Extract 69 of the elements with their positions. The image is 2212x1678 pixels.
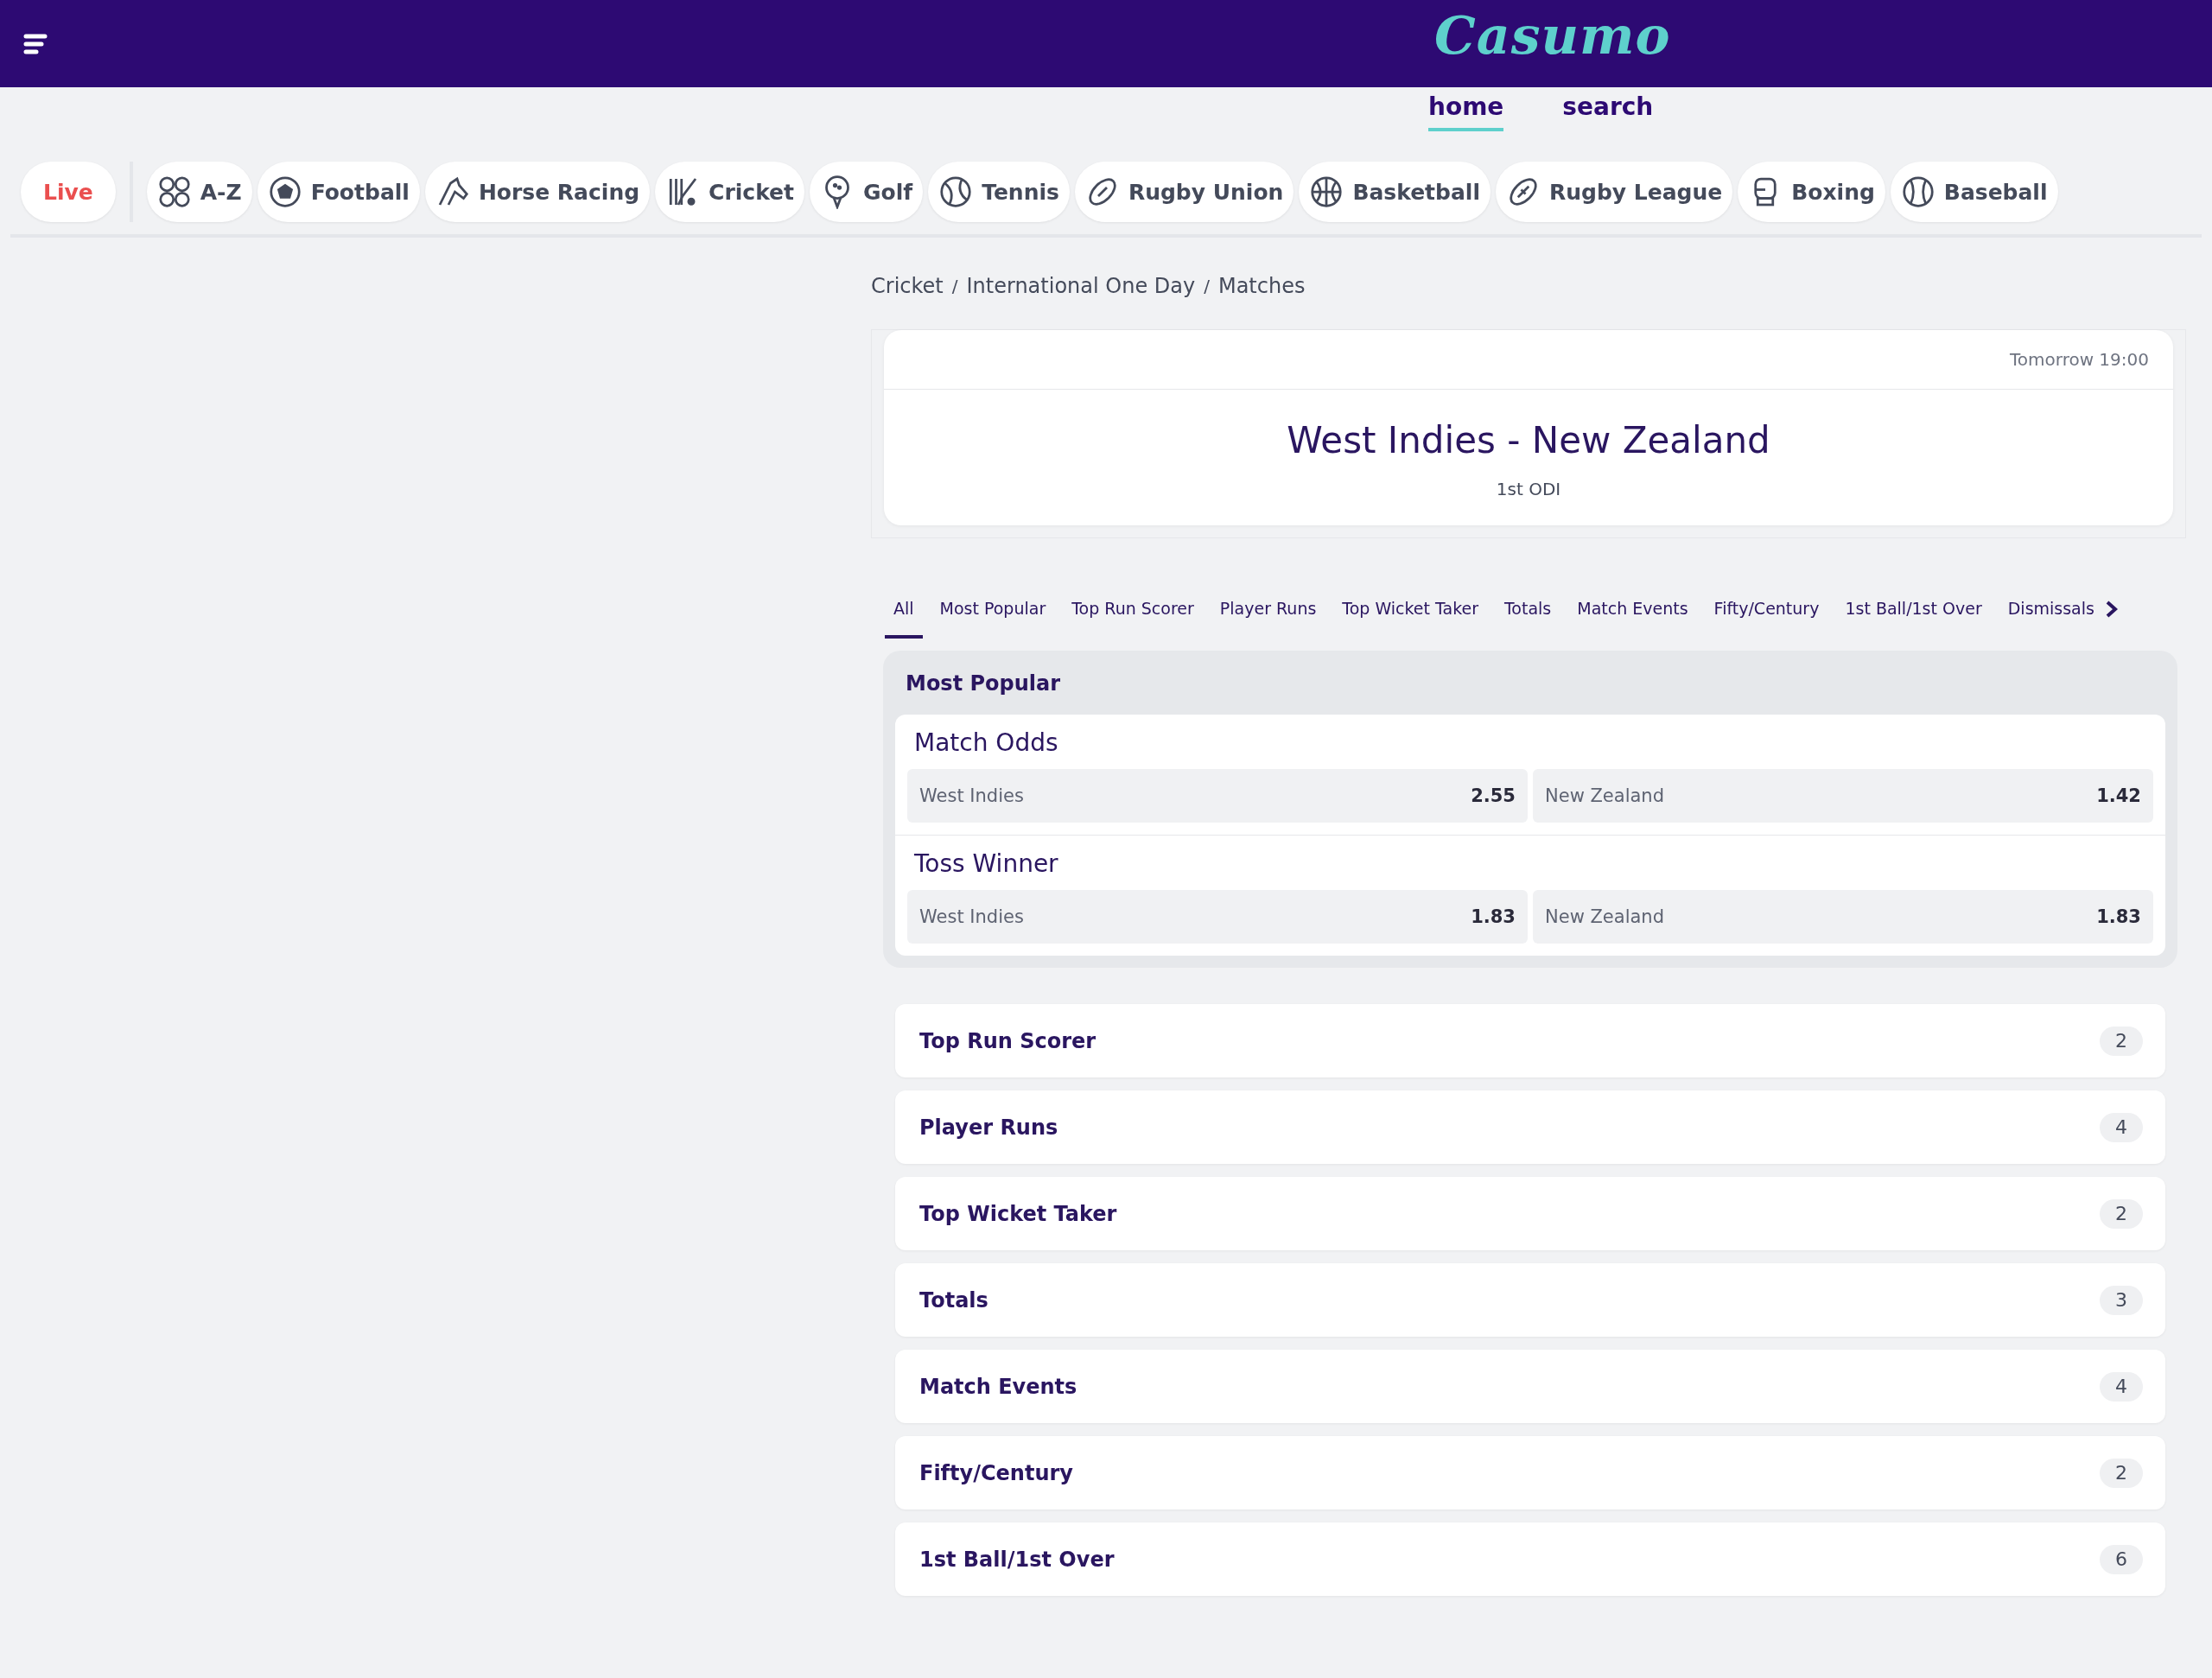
market-tab[interactable]: Player Runs (1211, 599, 1325, 639)
odds-value: 1.42 (2096, 785, 2141, 806)
odds-value: 1.83 (2096, 906, 2141, 927)
market-count: 3 (2100, 1285, 2143, 1315)
outcome-label: New Zealand (1545, 906, 1664, 927)
sport-button[interactable]: Baseball (1890, 162, 2058, 222)
sport-button[interactable]: Golf (810, 162, 924, 222)
outcome-label: West Indies (919, 785, 1024, 806)
logo[interactable]: Casumo (1434, 5, 1671, 66)
market-group-row[interactable]: Player Runs 4 (895, 1090, 2165, 1164)
sport-button[interactable]: Horse Racing (424, 162, 651, 222)
market-tab[interactable]: 1st Ball/1st Over (1836, 599, 1991, 639)
market-tab[interactable]: All (885, 599, 923, 639)
panel-title: Most Popular (905, 671, 1062, 697)
breadcrumb-separator: / (951, 276, 958, 296)
market-name: Match Odds (913, 728, 1059, 757)
market-tab[interactable]: Totals (1495, 599, 1560, 639)
sport-button[interactable]: A-Z (146, 162, 252, 222)
odds-value: 2.55 (1471, 785, 1516, 806)
market-count: 4 (2100, 1371, 2143, 1402)
market-count: 2 (2100, 1198, 2143, 1229)
market-tab[interactable]: Most Popular (931, 599, 1055, 639)
market-group-name: Totals (919, 1287, 988, 1313)
nav-tab[interactable]: home (1428, 92, 1504, 131)
breadcrumb-link[interactable]: Matches (1217, 274, 1306, 298)
market-tab[interactable]: Top Wicket Taker (1333, 599, 1487, 639)
sport-button[interactable]: Boxing (1738, 162, 1885, 222)
market-group-name: Top Run Scorer (919, 1028, 1096, 1053)
market-name: Toss Winner (913, 849, 1059, 878)
market-group-row[interactable]: Fifty/Century 2 (895, 1436, 2165, 1510)
match-time: Tomorrow 19:00 (2010, 349, 2149, 370)
odds-button[interactable]: West Indies 2.55 (907, 769, 1528, 823)
market-group-name: Fifty/Century (919, 1460, 1073, 1485)
odds-button[interactable]: West Indies 1.83 (907, 890, 1528, 944)
market-tab[interactable]: Dismissals (1999, 599, 2103, 639)
market-count: 2 (2100, 1026, 2143, 1056)
market-group-name: 1st Ball/1st Over (919, 1547, 1115, 1572)
market-group-row[interactable]: 1st Ball/1st Over 6 (895, 1522, 2165, 1596)
market-tab[interactable]: Top Run Scorer (1063, 599, 1203, 639)
breadcrumb-separator: / (1204, 276, 1210, 296)
sport-button[interactable]: Rugby League (1495, 162, 1733, 222)
market-count: 4 (2100, 1112, 2143, 1142)
breadcrumb-link[interactable]: Cricket (871, 274, 944, 298)
odds-button[interactable]: New Zealand 1.42 (1533, 769, 2153, 823)
market-group-name: Player Runs (919, 1115, 1058, 1140)
market-count: 2 (2100, 1458, 2143, 1488)
market-group-row[interactable]: Match Events 4 (895, 1350, 2165, 1423)
sport-button[interactable]: Football (257, 162, 420, 222)
nav-tab[interactable]: search (1562, 92, 1654, 131)
outcome-label: New Zealand (1545, 785, 1664, 806)
market-group-row[interactable]: Top Run Scorer 2 (895, 1004, 2165, 1077)
outcome-label: West Indies (919, 906, 1024, 927)
live-button[interactable]: Live (21, 162, 116, 222)
breadcrumb-link[interactable]: International One Day (966, 274, 1196, 298)
market-tab[interactable]: Match Events (1568, 599, 1697, 639)
market-group-name: Match Events (919, 1374, 1077, 1399)
odds-button[interactable]: New Zealand 1.83 (1533, 890, 2153, 944)
market-group-row[interactable]: Top Wicket Taker 2 (895, 1177, 2165, 1250)
sport-button[interactable]: Basketball (1299, 162, 1491, 222)
sport-button[interactable]: Cricket (655, 162, 804, 222)
odds-value: 1.83 (1471, 906, 1516, 927)
market-group-name: Top Wicket Taker (919, 1201, 1117, 1226)
sport-button[interactable]: Tennis (928, 162, 1070, 222)
market-tab[interactable]: Fifty/Century (1705, 599, 1828, 639)
market-count: 6 (2100, 1544, 2143, 1574)
match-subtitle: 1st ODI (1495, 479, 1562, 501)
match-title: West Indies - New Zealand (1286, 419, 1771, 461)
market-group-row[interactable]: Totals 3 (895, 1263, 2165, 1337)
sport-button[interactable]: Rugby Union (1074, 162, 1294, 222)
